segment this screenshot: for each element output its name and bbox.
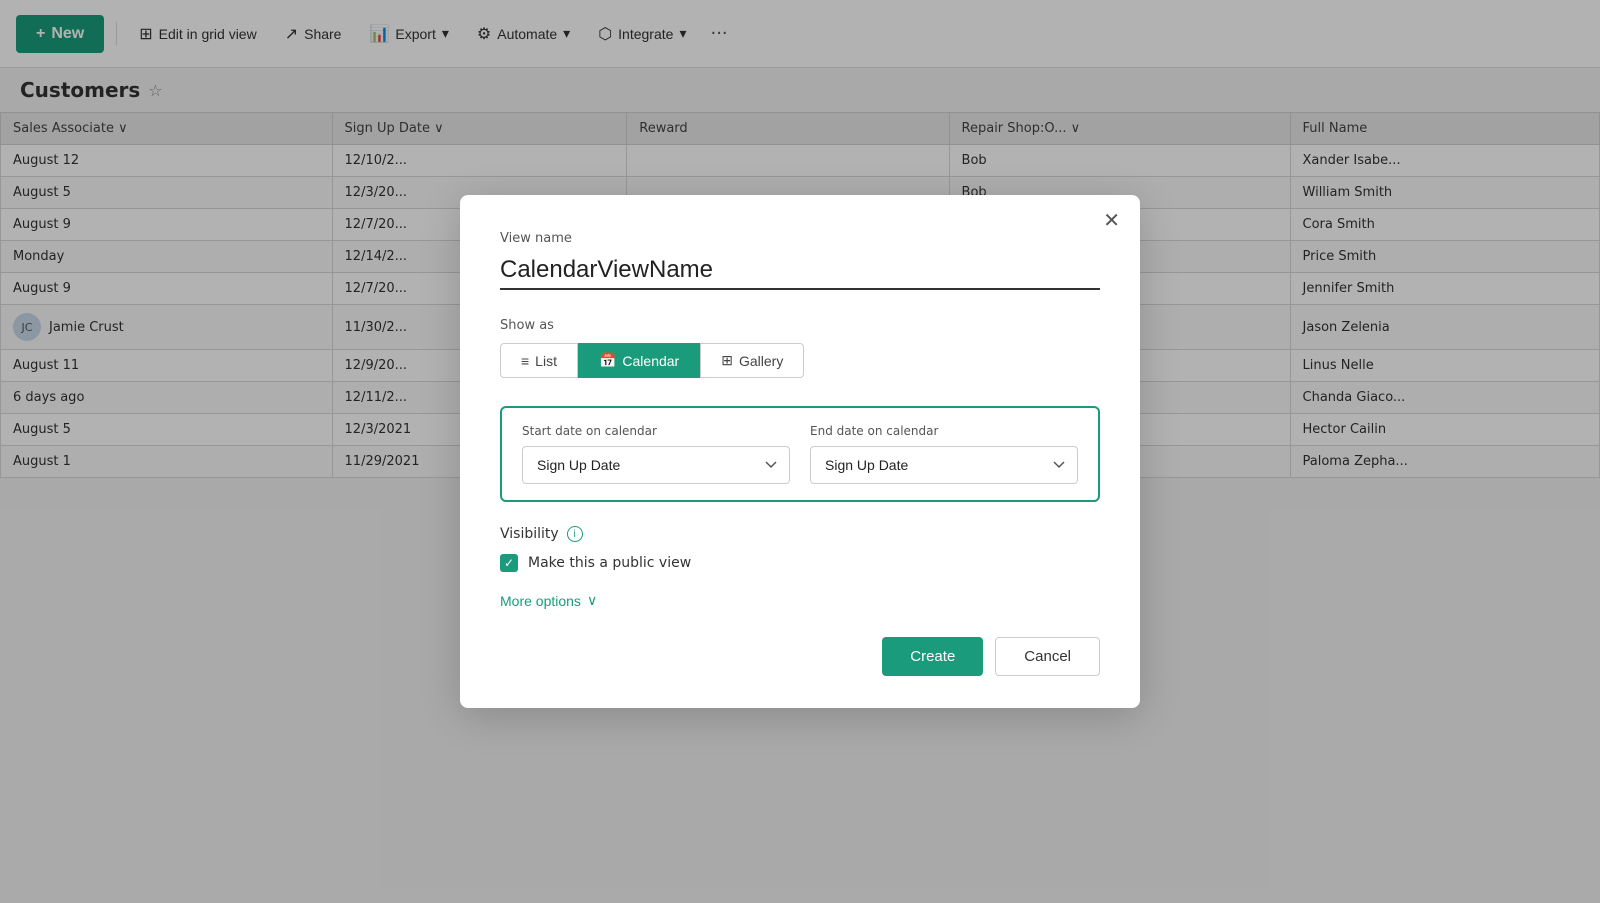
end-date-select[interactable]: Sign Up Date Created Date Modified Date	[810, 446, 1078, 484]
list-icon: ≡	[521, 353, 529, 369]
make-public-row: ✓ Make this a public view	[500, 554, 1100, 572]
visibility-info-icon[interactable]: i	[567, 526, 583, 542]
show-as-label: Show as	[500, 318, 1100, 333]
cancel-button[interactable]: Cancel	[995, 637, 1100, 676]
close-button[interactable]: ✕	[1103, 211, 1120, 231]
gallery-view-button[interactable]: ⊞ Gallery	[700, 343, 804, 378]
modal-overlay: ✕ View name Show as ≡ List 📅 Calendar ⊞ …	[0, 0, 1600, 903]
calendar-icon: 📅	[599, 352, 616, 369]
end-date-label: End date on calendar	[810, 424, 1078, 438]
dialog-footer: Create Cancel	[500, 637, 1100, 676]
end-date-field: End date on calendar Sign Up Date Create…	[810, 424, 1078, 484]
create-view-dialog: ✕ View name Show as ≡ List 📅 Calendar ⊞ …	[460, 195, 1140, 708]
view-name-label: View name	[500, 231, 1100, 246]
gallery-icon: ⊞	[721, 352, 733, 369]
more-options-label: More options	[500, 593, 581, 609]
calendar-view-button[interactable]: 📅 Calendar	[578, 343, 700, 378]
make-public-label: Make this a public view	[528, 555, 691, 571]
create-button[interactable]: Create	[882, 637, 983, 676]
visibility-label: Visibility	[500, 526, 559, 542]
view-type-selector: ≡ List 📅 Calendar ⊞ Gallery	[500, 343, 1100, 378]
more-options-chevron-icon: ∨	[587, 592, 597, 609]
start-date-field: Start date on calendar Sign Up Date Crea…	[522, 424, 790, 484]
view-name-input[interactable]	[500, 252, 1100, 290]
visibility-section: Visibility i ✓ Make this a public view	[500, 526, 1100, 572]
start-date-label: Start date on calendar	[522, 424, 790, 438]
more-options-button[interactable]: More options ∨	[500, 592, 597, 609]
make-public-checkbox[interactable]: ✓	[500, 554, 518, 572]
list-view-button[interactable]: ≡ List	[500, 343, 578, 378]
date-fields-section: Start date on calendar Sign Up Date Crea…	[500, 406, 1100, 502]
start-date-select[interactable]: Sign Up Date Created Date Modified Date	[522, 446, 790, 484]
